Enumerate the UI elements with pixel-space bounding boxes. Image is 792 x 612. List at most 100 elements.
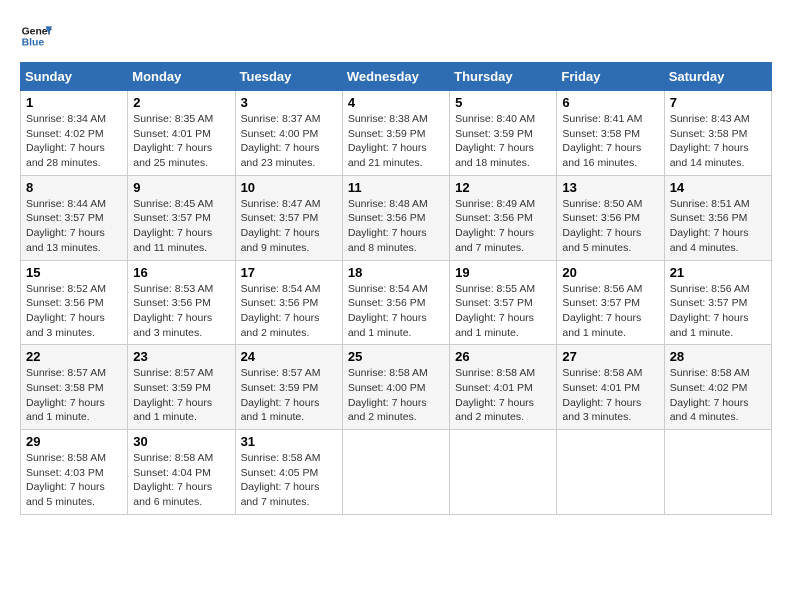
day-number: 16 [133,265,229,280]
calendar-day-30: 30 Sunrise: 8:58 AM Sunset: 4:04 PM Dayli… [128,430,235,515]
calendar-day-25: 25 Sunrise: 8:58 AM Sunset: 4:00 PM Dayli… [342,345,449,430]
day-number: 13 [562,180,658,195]
day-number: 31 [241,434,337,449]
logo-icon: General Blue [20,20,52,52]
calendar-day-17: 17Sunrise: 8:54 AM Sunset: 3:56 PM Dayli… [235,260,342,345]
calendar-day-7: 7 Sunrise: 8:43 AM Sunset: 3:58 PM Daylig… [664,91,771,176]
day-info: Sunrise: 8:41 AM Sunset: 3:58 PM Dayligh… [562,112,658,171]
calendar-table: SundayMondayTuesdayWednesdayThursdayFrid… [20,62,772,515]
day-number: 18 [348,265,444,280]
day-info: Sunrise: 8:40 AM Sunset: 3:59 PM Dayligh… [455,112,551,171]
day-info: Sunrise: 8:58 AM Sunset: 4:01 PM Dayligh… [562,366,658,425]
calendar-day-27: 27 Sunrise: 8:58 AM Sunset: 4:01 PM Dayli… [557,345,664,430]
day-info: Sunrise: 8:58 AM Sunset: 4:05 PM Dayligh… [241,451,337,510]
weekday-header-row: SundayMondayTuesdayWednesdayThursdayFrid… [21,63,772,91]
day-number: 12 [455,180,551,195]
day-info: Sunrise: 8:50 AM Sunset: 3:56 PM Dayligh… [562,197,658,256]
calendar-week-5: 29Sunrise: 8:58 AM Sunset: 4:03 PM Dayli… [21,430,772,515]
day-number: 4 [348,95,444,110]
calendar-day-16: 16 Sunrise: 8:53 AM Sunset: 3:56 PM Dayli… [128,260,235,345]
day-info: Sunrise: 8:55 AM Sunset: 3:57 PM Dayligh… [455,282,551,341]
calendar-week-1: 1Sunrise: 8:34 AM Sunset: 4:02 PM Daylig… [21,91,772,176]
day-number: 3 [241,95,337,110]
weekday-sunday: Sunday [21,63,128,91]
day-number: 30 [133,434,229,449]
calendar-day-31: 31 Sunrise: 8:58 AM Sunset: 4:05 PM Dayli… [235,430,342,515]
day-number: 15 [26,265,122,280]
calendar-day-24: 24 Sunrise: 8:57 AM Sunset: 3:59 PM Dayli… [235,345,342,430]
calendar-day-2: 2 Sunrise: 8:35 AM Sunset: 4:01 PM Daylig… [128,91,235,176]
day-number: 21 [670,265,766,280]
day-number: 22 [26,349,122,364]
calendar-week-3: 15 Sunrise: 8:52 AM Sunset: 3:56 PM Dayli… [21,260,772,345]
day-number: 6 [562,95,658,110]
day-info: Sunrise: 8:56 AM Sunset: 3:57 PM Dayligh… [562,282,658,341]
empty-cell [450,430,557,515]
weekday-tuesday: Tuesday [235,63,342,91]
day-info: Sunrise: 8:37 AM Sunset: 4:00 PM Dayligh… [241,112,337,171]
calendar-day-18: 18 Sunrise: 8:54 AM Sunset: 3:56 PM Dayli… [342,260,449,345]
day-number: 29 [26,434,122,449]
svg-text:Blue: Blue [22,38,45,49]
weekday-friday: Friday [557,63,664,91]
day-info: Sunrise: 8:58 AM Sunset: 4:04 PM Dayligh… [133,451,229,510]
calendar-day-12: 12 Sunrise: 8:49 AM Sunset: 3:56 PM Dayli… [450,175,557,260]
day-info: Sunrise: 8:53 AM Sunset: 3:56 PM Dayligh… [133,282,229,341]
calendar-day-8: 8Sunrise: 8:44 AM Sunset: 3:57 PM Daylig… [21,175,128,260]
calendar-day-29: 29Sunrise: 8:58 AM Sunset: 4:03 PM Dayli… [21,430,128,515]
empty-cell [664,430,771,515]
day-info: Sunrise: 8:49 AM Sunset: 3:56 PM Dayligh… [455,197,551,256]
day-number: 2 [133,95,229,110]
calendar-day-14: 14 Sunrise: 8:51 AM Sunset: 3:56 PM Dayli… [664,175,771,260]
day-number: 14 [670,180,766,195]
calendar-day-3: 3 Sunrise: 8:37 AM Sunset: 4:00 PM Daylig… [235,91,342,176]
calendar-day-10: 10Sunrise: 8:47 AM Sunset: 3:57 PM Dayli… [235,175,342,260]
day-info: Sunrise: 8:43 AM Sunset: 3:58 PM Dayligh… [670,112,766,171]
day-info: Sunrise: 8:57 AM Sunset: 3:59 PM Dayligh… [133,366,229,425]
day-info: Sunrise: 8:51 AM Sunset: 3:56 PM Dayligh… [670,197,766,256]
calendar-day-11: 11 Sunrise: 8:48 AM Sunset: 3:56 PM Dayli… [342,175,449,260]
day-info: Sunrise: 8:52 AM Sunset: 3:56 PM Dayligh… [26,282,122,341]
day-number: 7 [670,95,766,110]
day-number: 27 [562,349,658,364]
day-number: 20 [562,265,658,280]
calendar-day-4: 4 Sunrise: 8:38 AM Sunset: 3:59 PM Daylig… [342,91,449,176]
calendar-day-26: 26Sunrise: 8:58 AM Sunset: 4:01 PM Dayli… [450,345,557,430]
logo: General Blue [20,20,56,52]
day-info: Sunrise: 8:45 AM Sunset: 3:57 PM Dayligh… [133,197,229,256]
weekday-thursday: Thursday [450,63,557,91]
calendar-day-22: 22 Sunrise: 8:57 AM Sunset: 3:58 PM Dayli… [21,345,128,430]
empty-cell [342,430,449,515]
calendar-day-13: 13 Sunrise: 8:50 AM Sunset: 3:56 PM Dayli… [557,175,664,260]
day-info: Sunrise: 8:44 AM Sunset: 3:57 PM Dayligh… [26,197,122,256]
day-info: Sunrise: 8:58 AM Sunset: 4:01 PM Dayligh… [455,366,551,425]
calendar-body: 1Sunrise: 8:34 AM Sunset: 4:02 PM Daylig… [21,91,772,515]
day-info: Sunrise: 8:57 AM Sunset: 3:58 PM Dayligh… [26,366,122,425]
day-number: 19 [455,265,551,280]
calendar-day-15: 15 Sunrise: 8:52 AM Sunset: 3:56 PM Dayli… [21,260,128,345]
day-number: 25 [348,349,444,364]
day-info: Sunrise: 8:58 AM Sunset: 4:02 PM Dayligh… [670,366,766,425]
day-info: Sunrise: 8:35 AM Sunset: 4:01 PM Dayligh… [133,112,229,171]
day-info: Sunrise: 8:48 AM Sunset: 3:56 PM Dayligh… [348,197,444,256]
page-header: General Blue [20,20,772,52]
day-info: Sunrise: 8:57 AM Sunset: 3:59 PM Dayligh… [241,366,337,425]
weekday-saturday: Saturday [664,63,771,91]
day-info: Sunrise: 8:54 AM Sunset: 3:56 PM Dayligh… [348,282,444,341]
day-number: 24 [241,349,337,364]
calendar-day-1: 1Sunrise: 8:34 AM Sunset: 4:02 PM Daylig… [21,91,128,176]
day-number: 1 [26,95,122,110]
calendar-week-2: 8Sunrise: 8:44 AM Sunset: 3:57 PM Daylig… [21,175,772,260]
calendar-day-5: 5Sunrise: 8:40 AM Sunset: 3:59 PM Daylig… [450,91,557,176]
day-number: 9 [133,180,229,195]
day-number: 10 [241,180,337,195]
day-info: Sunrise: 8:38 AM Sunset: 3:59 PM Dayligh… [348,112,444,171]
calendar-day-19: 19 Sunrise: 8:55 AM Sunset: 3:57 PM Dayli… [450,260,557,345]
day-number: 17 [241,265,337,280]
calendar-day-21: 21Sunrise: 8:56 AM Sunset: 3:57 PM Dayli… [664,260,771,345]
day-info: Sunrise: 8:58 AM Sunset: 4:00 PM Dayligh… [348,366,444,425]
day-number: 28 [670,349,766,364]
day-number: 23 [133,349,229,364]
day-number: 11 [348,180,444,195]
calendar-day-20: 20 Sunrise: 8:56 AM Sunset: 3:57 PM Dayli… [557,260,664,345]
